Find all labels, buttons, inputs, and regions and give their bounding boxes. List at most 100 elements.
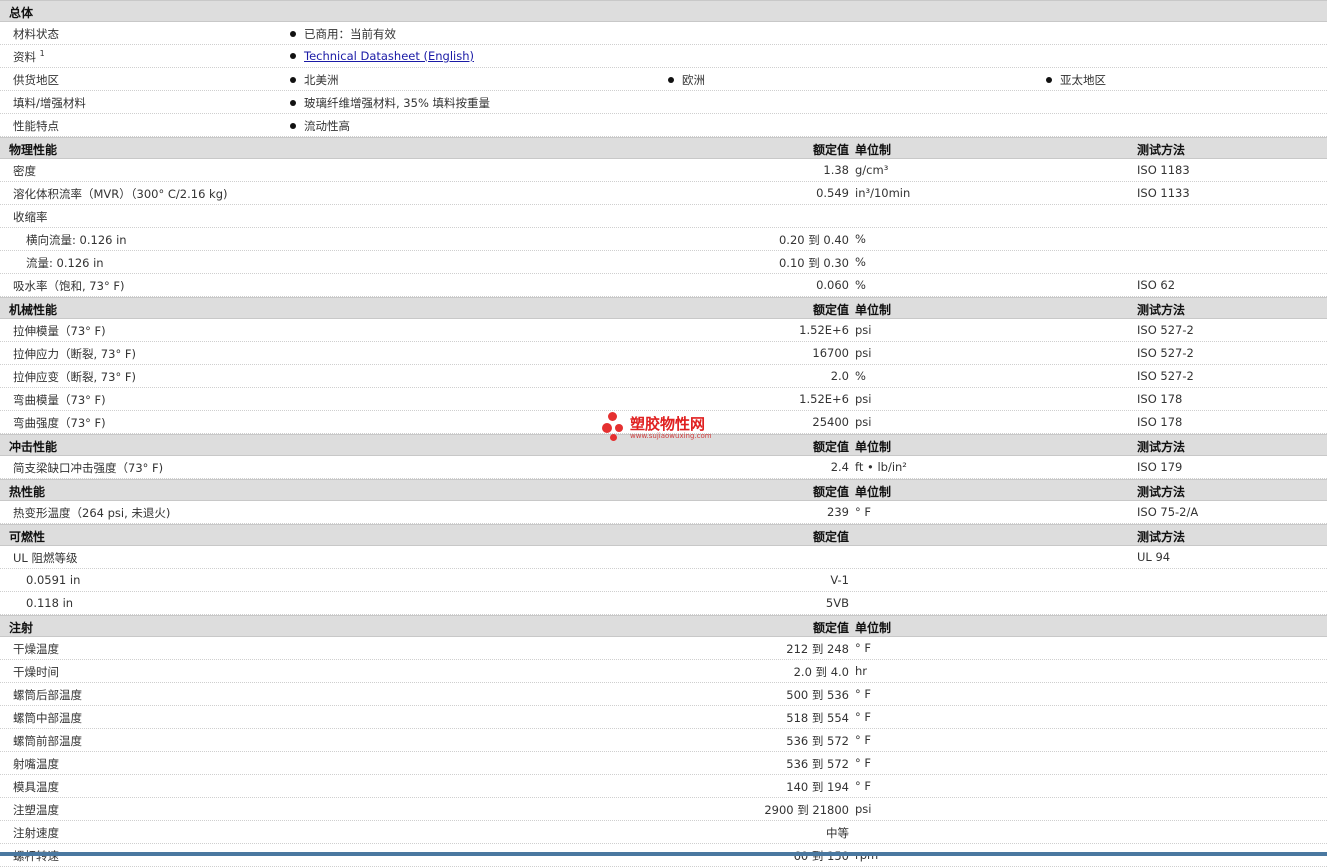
column-unit: 单位制 — [855, 303, 892, 317]
row-label: 材料状态 — [13, 27, 59, 41]
property-value: 0.20 到 0.40 — [778, 233, 849, 247]
property-row: 收缩率 — [0, 205, 1327, 228]
row-features: 性能特点 流动性高 — [0, 114, 1327, 137]
impact-rows: 简支梁缺口冲击强度（73° F) 2.4 ft • lb/in² ISO 179 — [0, 456, 1327, 479]
section-header-flammability: 可燃性 额定值 测试方法 — [0, 524, 1327, 546]
column-value: 额定值 — [812, 143, 849, 157]
property-value: 536 到 572 — [786, 757, 849, 771]
property-row: 螺筒中部温度 518 到 554 ° F — [0, 706, 1327, 729]
row-label: 填料/增强材料 — [13, 96, 86, 110]
region-item: 亚太地区 — [1046, 72, 1106, 88]
property-unit: % — [855, 369, 866, 383]
section-title: 机械性能 — [9, 303, 58, 317]
property-label: 干燥温度 — [13, 642, 59, 656]
property-value: 2900 到 21800 — [764, 803, 849, 817]
property-label: 螺筒前部温度 — [13, 734, 82, 748]
property-label: 注塑温度 — [13, 803, 59, 817]
column-test: 测试方法 — [1137, 530, 1186, 544]
property-unit: psi — [855, 802, 872, 816]
property-label: 拉伸模量（73° F) — [13, 324, 106, 338]
property-label: 模具温度 — [13, 780, 59, 794]
property-test-method: ISO 178 — [1137, 415, 1183, 429]
property-label: 螺筒中部温度 — [13, 711, 82, 725]
bullet-item: 已商用：当前有效 — [290, 26, 396, 42]
property-row: 热变形温度（264 psi, 未退火) 239 ° F ISO 75-2/A — [0, 501, 1327, 524]
property-label: 螺筒后部温度 — [13, 688, 82, 702]
property-row: 注塑温度 2900 到 21800 psi — [0, 798, 1327, 821]
property-unit: g/cm³ — [855, 163, 889, 177]
property-unit: ° F — [855, 710, 872, 724]
property-label: 弯曲模量（73° F) — [13, 393, 106, 407]
property-test-method: ISO 62 — [1137, 278, 1176, 292]
property-value: 2.0 — [830, 369, 849, 383]
property-value: 1.38 — [823, 163, 849, 177]
property-value: 239 — [827, 505, 849, 519]
bullet-item: 玻璃纤维增强材料, 35% 填料按重量 — [290, 95, 490, 111]
property-test-method: UL 94 — [1137, 550, 1171, 564]
property-unit: psi — [855, 415, 872, 429]
section-header-physical: 物理性能 额定值 单位制 测试方法 — [0, 137, 1327, 159]
window-bottom-bar — [0, 852, 1327, 856]
property-unit: ft • lb/in² — [855, 460, 907, 474]
property-label: 横向流量: 0.126 in — [26, 233, 127, 247]
watermark-url: www.sujiaowuxing.com — [630, 432, 712, 440]
property-unit: % — [855, 278, 866, 292]
bullet-icon — [668, 77, 674, 83]
region-item: 北美洲 — [290, 72, 339, 88]
property-value: 536 到 572 — [786, 734, 849, 748]
property-unit: ° F — [855, 641, 872, 655]
property-test-method: ISO 527-2 — [1137, 369, 1194, 383]
property-label: 热变形温度（264 psi, 未退火) — [13, 506, 171, 520]
property-unit: % — [855, 255, 866, 269]
property-value: V-1 — [830, 573, 849, 587]
property-value: 212 到 248 — [786, 642, 849, 656]
watermark-logo: 塑胶物性网 www.sujiaowuxing.com — [600, 410, 740, 446]
bullet-icon — [290, 123, 296, 129]
section-title: 物理性能 — [9, 143, 58, 157]
property-value: 25400 — [812, 415, 849, 429]
property-row: 拉伸应力（断裂, 73° F) 16700 psi ISO 527-2 — [0, 342, 1327, 365]
property-row: 干燥温度 212 到 248 ° F — [0, 637, 1327, 660]
property-label: 收缩率 — [13, 210, 48, 224]
property-row: 溶化体积流率（MVR）（300° C/2.16 kg) 0.549 in³/10mi… — [0, 182, 1327, 205]
property-test-method: ISO 179 — [1137, 460, 1183, 474]
property-unit: hr — [855, 664, 868, 678]
property-label: 0.0591 in — [26, 573, 81, 587]
property-label: 干燥时间 — [13, 665, 59, 679]
property-row: 横向流量: 0.126 in 0.20 到 0.40% — [0, 228, 1327, 251]
technical-datasheet-link[interactable]: Technical Datasheet (English) — [304, 49, 474, 63]
property-test-method: ISO 178 — [1137, 392, 1183, 406]
row-status: 材料状态 已商用：当前有效 — [0, 22, 1327, 45]
bullet-icon — [290, 31, 296, 37]
row-label: 资料 1 — [13, 49, 45, 64]
property-label: 射嘴温度 — [13, 757, 59, 771]
property-label: 拉伸应变（断裂, 73° F) — [13, 370, 136, 384]
property-label: 简支梁缺口冲击强度（73° F) — [13, 461, 164, 475]
property-label: 螺杆转速 — [13, 849, 59, 863]
column-value: 额定值 — [812, 530, 849, 544]
column-unit: 单位制 — [855, 621, 892, 635]
property-label: 溶化体积流率（MVR）（300° C/2.16 kg) — [13, 187, 228, 201]
column-unit: 单位制 — [855, 143, 892, 157]
property-label: 拉伸应力（断裂, 73° F) — [13, 347, 136, 361]
property-value: 518 到 554 — [786, 711, 849, 725]
column-value: 额定值 — [812, 303, 849, 317]
injection-rows: 干燥温度 212 到 248 ° F 干燥时间 2.0 到 4.0 hr 螺筒后部温度 500… — [0, 637, 1327, 867]
watermark-name: 塑胶物性网 — [630, 415, 706, 433]
column-test: 测试方法 — [1137, 485, 1186, 499]
property-value: 140 到 194 — [786, 780, 849, 794]
region-item: 欧洲 — [668, 72, 705, 88]
property-value: 60 到 150 — [793, 849, 849, 863]
section-header-mechanical: 机械性能 额定值 单位制 测试方法 — [0, 297, 1327, 319]
property-row: 密度 1.38 g/cm³ ISO 1183 — [0, 159, 1327, 182]
bullet-icon — [290, 100, 296, 106]
property-value: 0.549 — [816, 186, 849, 200]
property-row: 注射速度 中等 — [0, 821, 1327, 844]
property-value: 2.4 — [830, 460, 849, 474]
property-test-method: ISO 527-2 — [1137, 346, 1194, 360]
property-unit: in³/10min — [855, 186, 911, 200]
property-unit: ° F — [855, 505, 872, 519]
property-value: 5VB — [825, 596, 849, 610]
property-value: 中等 — [826, 826, 849, 840]
property-value: 0.10 到 0.30 — [778, 256, 849, 270]
